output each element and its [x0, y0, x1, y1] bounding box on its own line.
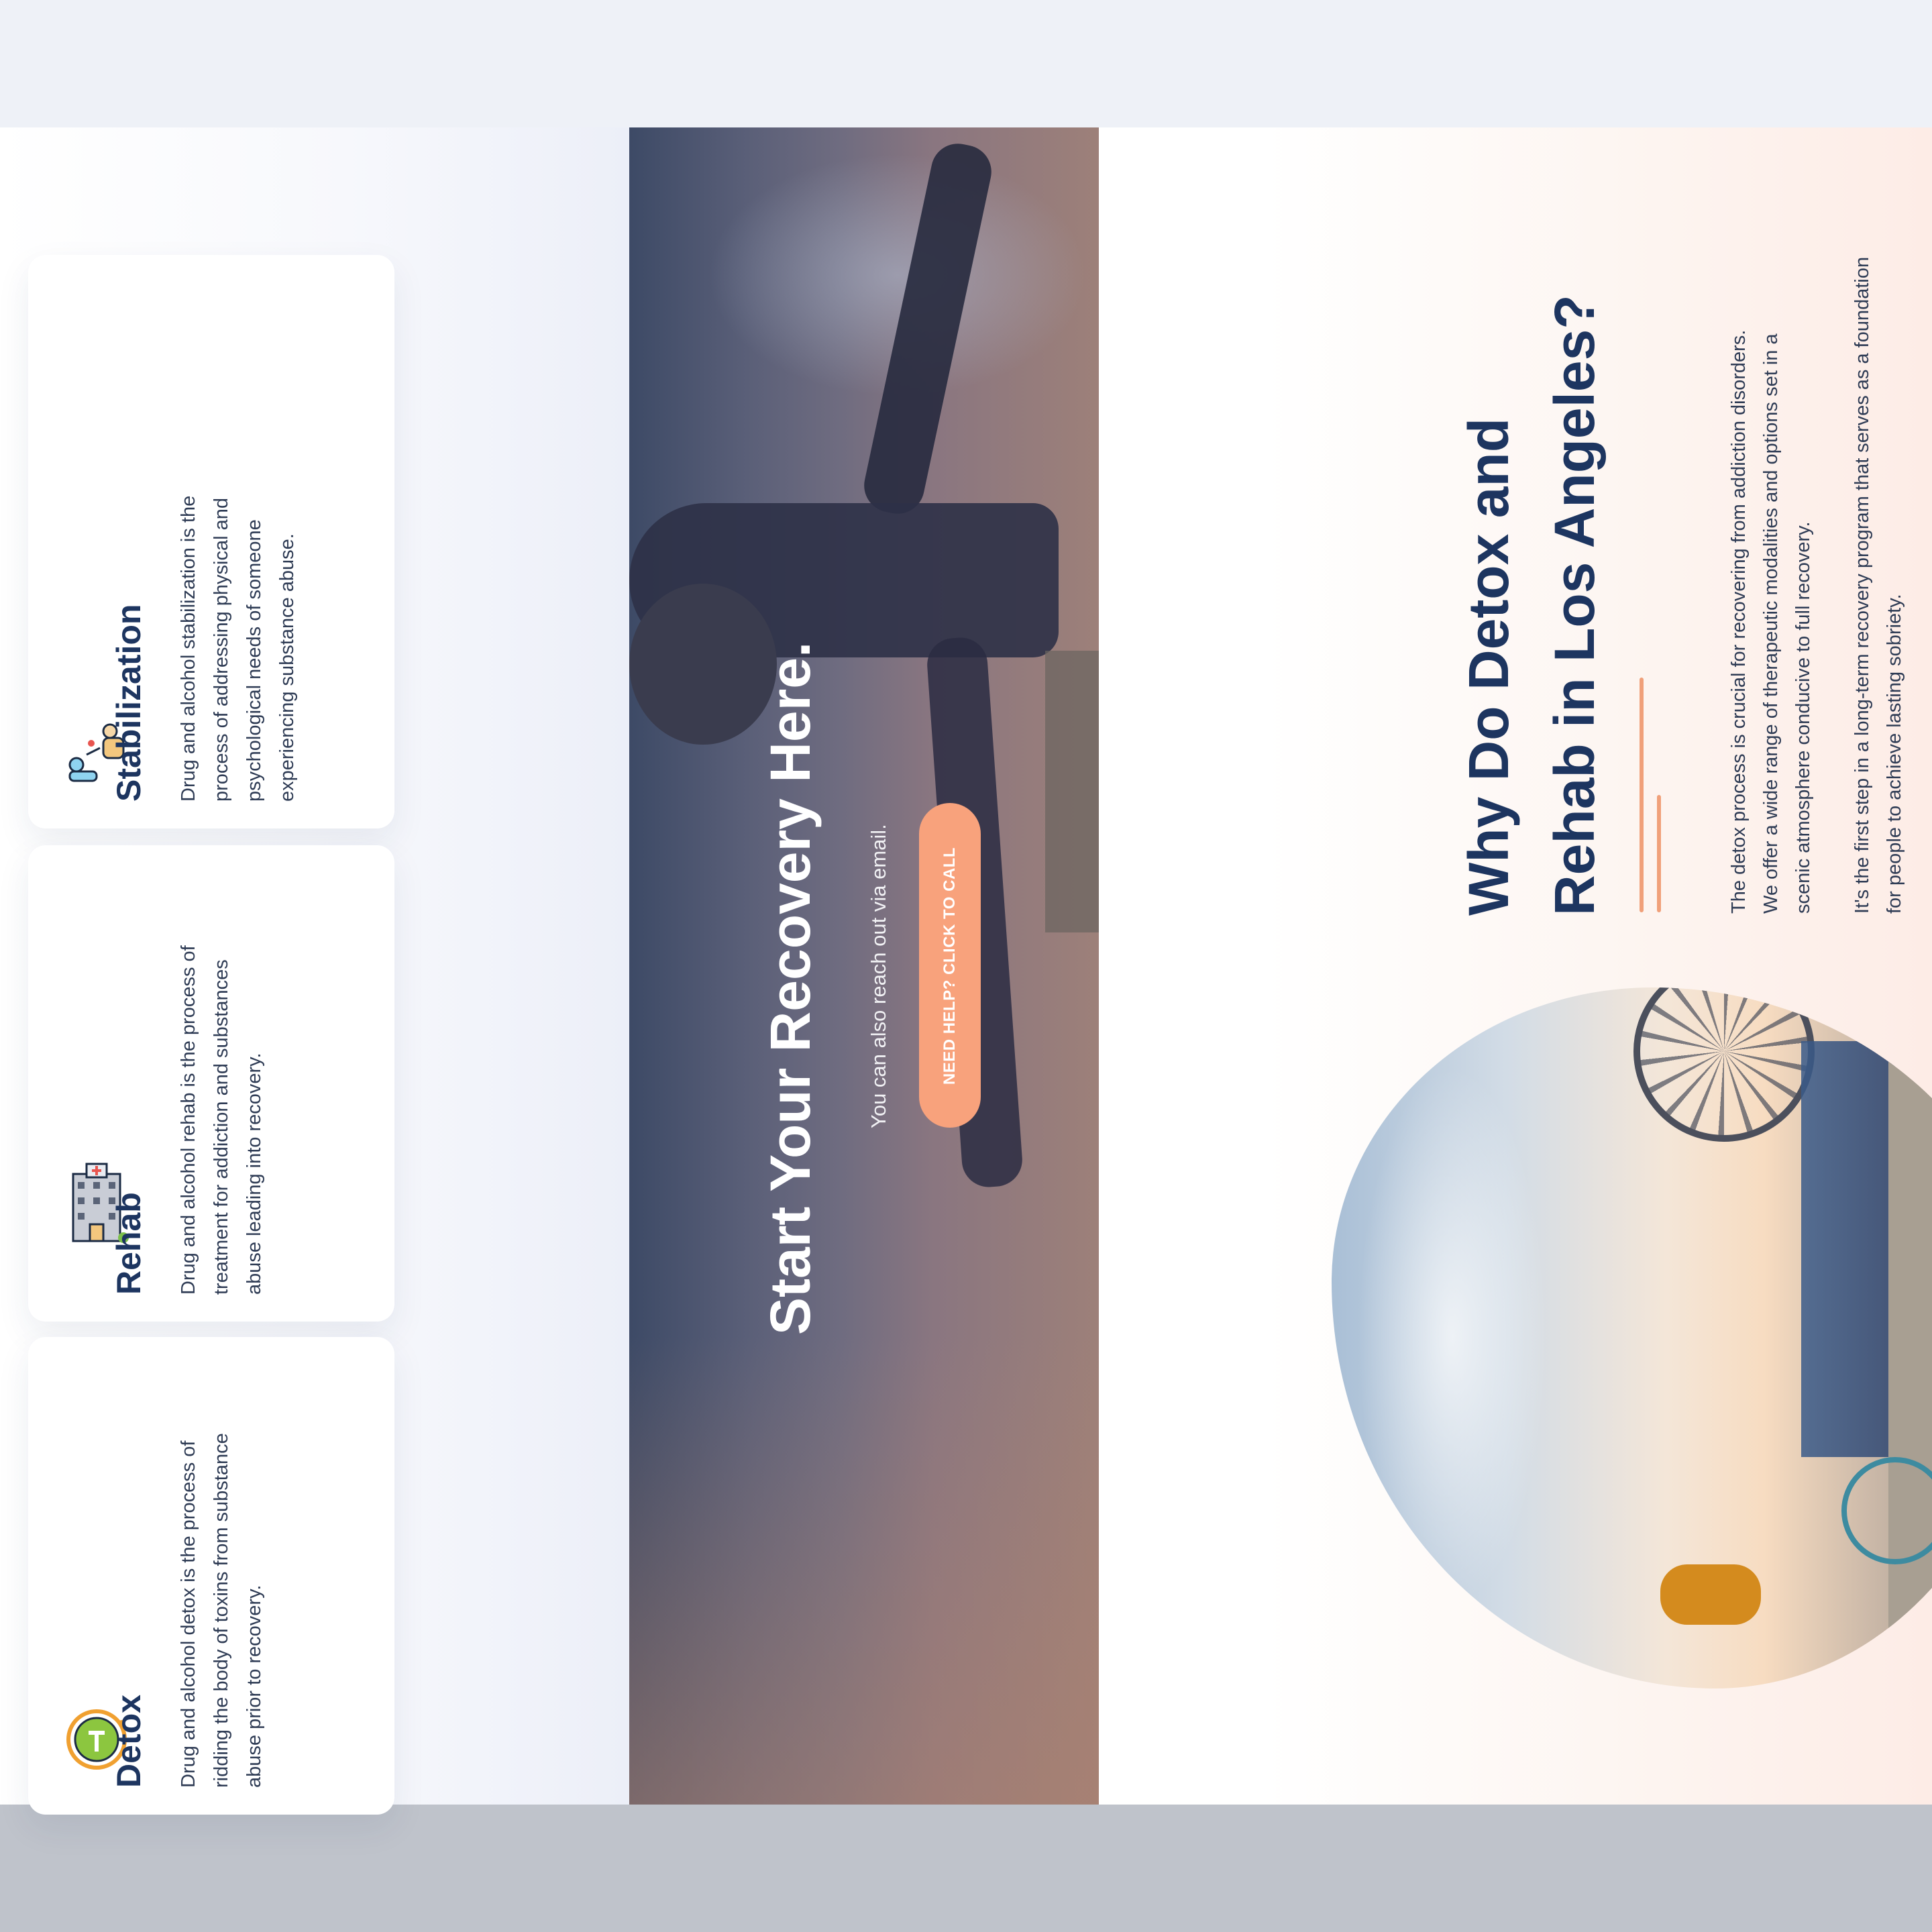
- photo-sand: [1888, 987, 1932, 1688]
- hero-glow: [629, 1335, 1099, 1805]
- why-paragraph: It's the first step in a long-term recov…: [1851, 256, 1905, 914]
- services-section: Stabilization Drug and alcohol stabiliza…: [0, 127, 629, 1815]
- why-title: Why Do Detox and Rehab in Los Angeles?: [1457, 294, 1606, 916]
- card-text: Drug and alcohol rehab is the process of…: [178, 945, 265, 1295]
- card-title: Stabilization: [110, 604, 148, 802]
- card-detox[interactable]: Detox Drug and alcohol detox is the proc…: [28, 1337, 394, 1815]
- hero-figure-legs: [1045, 651, 1099, 932]
- ferris-wheel: [1633, 987, 1815, 1142]
- photo-clouds: [1358, 1068, 1546, 1605]
- bottom-band: [0, 1805, 1932, 1932]
- title-accent-line: [1657, 795, 1661, 912]
- card-stabilization[interactable]: Stabilization Drug and alcohol stabiliza…: [28, 255, 394, 828]
- top-band: [0, 0, 1932, 127]
- photo-person: [1660, 1564, 1761, 1625]
- hero-figure-head: [629, 584, 777, 745]
- hero-section: [629, 127, 1099, 1805]
- card-title: Detox: [110, 1695, 148, 1788]
- los-angeles-photo: [1332, 987, 1932, 1688]
- card-text: Drug and alcohol stabilization is the pr…: [178, 495, 298, 802]
- why-paragraph: The detox process is crucial for recover…: [1728, 329, 1814, 914]
- card-text: Drug and alcohol detox is the process of…: [178, 1433, 265, 1788]
- title-accent-line: [1640, 678, 1644, 912]
- photo-pier: [1801, 1041, 1895, 1457]
- card-rehab[interactable]: Rehab Drug and alcohol rehab is the proc…: [28, 845, 394, 1322]
- photo-bicycle: [1841, 1457, 1932, 1564]
- hero-subtitle: You can also reach out via email.: [867, 824, 890, 1128]
- card-title: Rehab: [110, 1192, 148, 1295]
- hero-title: Start Your Recovery Here.: [759, 641, 822, 1335]
- call-cta-label: NEED HELP? CLICK TO CALL: [941, 847, 959, 1085]
